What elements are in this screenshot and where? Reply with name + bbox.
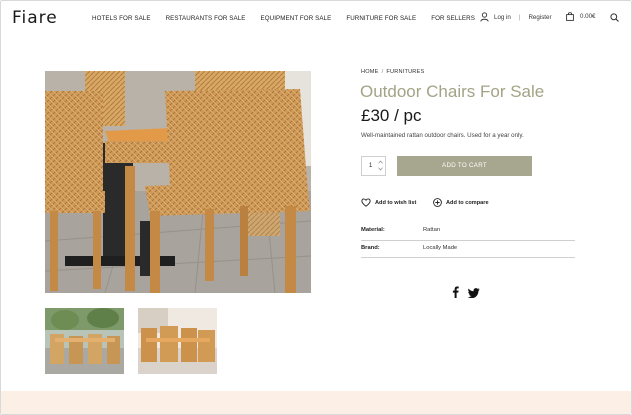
breadcrumb: HOME / FURNITURES	[361, 69, 424, 75]
quantity-stepper[interactable]: 1	[361, 156, 386, 176]
social-share	[452, 285, 480, 303]
attribute-label: Brand:	[361, 245, 380, 251]
add-to-cart-button[interactable]: ADD TO CART	[397, 156, 532, 176]
add-to-wishlist-link[interactable]: Add to wish list	[361, 198, 416, 207]
nav-item-hotels[interactable]: HOTELS FOR SALE	[92, 15, 151, 22]
product-main-image[interactable]	[45, 71, 311, 293]
site-header: Fiare HOTELS FOR SALE RESTAURANTS FOR SA…	[1, 1, 631, 39]
attribute-row: Material: Rattan	[361, 223, 575, 241]
account-separator: |	[518, 13, 521, 21]
user-icon[interactable]	[480, 12, 489, 22]
footer-band	[1, 391, 631, 414]
site-logo[interactable]: Fiare	[12, 8, 58, 28]
heart-icon	[361, 198, 371, 207]
add-to-compare-link[interactable]: Add to compare	[433, 198, 489, 207]
attribute-value: Rattan	[423, 227, 441, 233]
facebook-icon[interactable]	[452, 285, 459, 303]
page-frame: Fiare HOTELS FOR SALE RESTAURANTS FOR SA…	[0, 0, 632, 415]
chevron-down-icon[interactable]	[377, 167, 384, 173]
cart-total: 0.00€	[580, 13, 596, 20]
nav-item-equipment[interactable]: EQUIPMENT FOR SALE	[261, 15, 332, 22]
register-link[interactable]: Register	[528, 14, 551, 21]
breadcrumb-home[interactable]: HOME	[361, 69, 379, 75]
product-price: £30 / pc	[361, 106, 422, 125]
login-link[interactable]: Log in	[494, 14, 511, 21]
nav-item-furniture[interactable]: FURNITURE FOR SALE	[346, 15, 416, 22]
product-thumbnail-1[interactable]	[45, 308, 124, 374]
attribute-row: Brand: Locally Made	[361, 241, 575, 258]
bag-icon[interactable]	[566, 12, 574, 21]
account-links: Log in | Register	[480, 12, 552, 22]
main-nav: HOTELS FOR SALE RESTAURANTS FOR SALE EQU…	[92, 15, 490, 22]
wishlist-label: Add to wish list	[375, 199, 417, 206]
twitter-icon[interactable]	[467, 285, 480, 303]
product-title: Outdoor Chairs For Sale	[360, 82, 545, 101]
product-thumbnail-2[interactable]	[138, 308, 217, 374]
breadcrumb-current[interactable]: FURNITURES	[386, 69, 424, 75]
attribute-label: Material:	[361, 227, 385, 233]
cart-link[interactable]: 0.00€	[566, 12, 595, 21]
attribute-value: Locally Made	[423, 245, 458, 251]
search-icon[interactable]	[610, 13, 619, 22]
product-attributes: Material: Rattan Brand: Locally Made	[361, 223, 575, 258]
breadcrumb-separator: /	[381, 69, 384, 75]
nav-item-sellers[interactable]: FOR SELLERS	[431, 15, 475, 22]
product-description: Well-maintained rattan outdoor chairs. U…	[361, 132, 524, 139]
plus-circle-icon	[433, 198, 442, 207]
nav-item-restaurants[interactable]: RESTAURANTS FOR SALE	[166, 15, 246, 22]
compare-label: Add to compare	[446, 199, 489, 206]
quantity-value[interactable]: 1	[369, 163, 372, 169]
chevron-up-icon[interactable]	[377, 160, 384, 166]
